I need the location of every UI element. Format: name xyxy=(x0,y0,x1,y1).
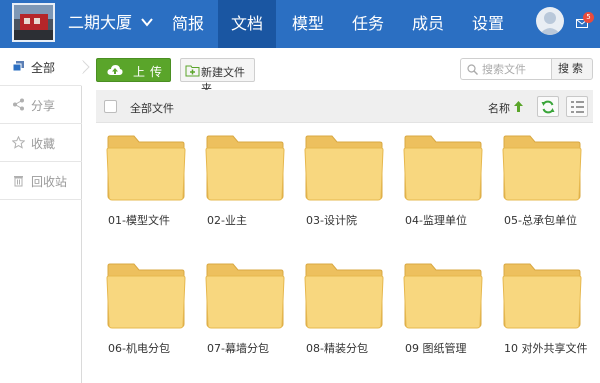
folder-name: 10 对外共享文件 xyxy=(504,342,588,355)
all-files-label: 全部文件 xyxy=(130,102,174,115)
folder-item[interactable]: 08-精装分包 xyxy=(300,262,388,362)
folder-icon xyxy=(502,135,582,201)
search-input[interactable] xyxy=(482,61,548,77)
sidebar-item-share[interactable]: 分享 xyxy=(0,86,82,124)
stack-icon xyxy=(12,61,24,72)
folder-icon xyxy=(205,263,285,329)
sidebar-item-label: 全部 xyxy=(31,61,56,75)
trash-icon xyxy=(14,176,23,187)
folder-name: 01-模型文件 xyxy=(108,214,170,227)
sidebar-item-label: 收藏 xyxy=(31,137,56,151)
upload-button[interactable]: 上传 xyxy=(96,58,171,82)
folder-name: 06-机电分包 xyxy=(108,342,170,355)
new-folder-button[interactable]: 新建文件夹 xyxy=(180,58,255,95)
folder-icon xyxy=(205,135,285,201)
arrow-up-icon[interactable] xyxy=(514,101,523,112)
active-indicator xyxy=(82,60,90,74)
folder-name: 03-设计院 xyxy=(306,214,357,227)
list-view-button[interactable] xyxy=(566,96,588,117)
select-all-checkbox[interactable] xyxy=(104,100,117,113)
user-avatar[interactable] xyxy=(536,7,564,35)
folder-icon xyxy=(502,263,582,329)
search-box xyxy=(460,58,551,80)
folder-name: 07-幕墙分包 xyxy=(207,342,269,355)
folder-name: 09 图纸管理 xyxy=(405,342,467,355)
project-name[interactable]: 二期大厦 xyxy=(68,12,132,34)
folder-item[interactable]: 07-幕墙分包 xyxy=(201,262,289,362)
search-icon xyxy=(467,64,478,75)
folder-name: 02-业主 xyxy=(207,214,247,227)
nav-tab-settings[interactable]: 设置 xyxy=(460,0,516,48)
star-icon xyxy=(12,136,25,149)
folder-icon xyxy=(304,263,384,329)
sidebar-item-all[interactable]: 全部 xyxy=(0,48,82,86)
file-list-header: 全部文件 名称 xyxy=(96,90,593,123)
folder-item[interactable]: 10 对外共享文件 xyxy=(498,262,588,362)
sidebar-item-favorites[interactable]: 收藏 xyxy=(0,124,82,162)
folder-icon xyxy=(304,135,384,201)
folder-icon xyxy=(106,135,186,201)
upload-button-label: 上传 xyxy=(133,65,168,79)
nav-tab-models[interactable]: 模型 xyxy=(280,0,336,48)
folder-grid: 01-模型文件 02-业主 03-设计院 04-监理单位 05-总承包单位 06… xyxy=(96,128,593,383)
sidebar: 全部 分享 收藏 回收站 xyxy=(0,48,82,383)
folder-item[interactable]: 02-业主 xyxy=(201,134,289,234)
folder-name: 05-总承包单位 xyxy=(504,214,577,227)
folder-item[interactable]: 01-模型文件 xyxy=(102,134,190,234)
add-folder-icon xyxy=(185,65,200,77)
folder-name: 08-精装分包 xyxy=(306,342,368,355)
folder-item[interactable]: 04-监理单位 xyxy=(399,134,487,234)
folder-name: 04-监理单位 xyxy=(405,214,467,227)
folder-icon xyxy=(106,263,186,329)
search-button[interactable]: 搜索 xyxy=(551,58,593,80)
folder-item[interactable]: 05-总承包单位 xyxy=(498,134,586,234)
refresh-button[interactable] xyxy=(537,96,559,117)
mail-badge: 5 xyxy=(583,12,594,23)
folder-item[interactable]: 06-机电分包 xyxy=(102,262,190,362)
sort-by-name[interactable]: 名称 xyxy=(488,100,510,116)
cloud-upload-icon xyxy=(107,65,123,75)
list-view-icon xyxy=(571,101,584,113)
folder-item[interactable]: 03-设计院 xyxy=(300,134,388,234)
folder-icon xyxy=(403,263,483,329)
nav-tab-members[interactable]: 成员 xyxy=(400,0,456,48)
nav-tab-briefing[interactable]: 简报 xyxy=(160,0,216,48)
refresh-icon xyxy=(541,100,555,114)
nav-tab-documents[interactable]: 文档 xyxy=(218,0,276,48)
sidebar-item-label: 回收站 xyxy=(31,175,68,189)
folder-icon xyxy=(403,135,483,201)
share-icon xyxy=(13,98,24,111)
user-icon xyxy=(539,12,561,35)
sidebar-item-label: 分享 xyxy=(31,99,56,113)
folder-item[interactable]: 09 图纸管理 xyxy=(399,262,487,362)
top-bar: 二期大厦 简报 文档 模型 任务 成员 设置 5 xyxy=(0,0,600,48)
chevron-down-icon[interactable] xyxy=(140,15,154,29)
sidebar-item-trash[interactable]: 回收站 xyxy=(0,162,82,200)
nav-tab-tasks[interactable]: 任务 xyxy=(340,0,396,48)
project-logo[interactable] xyxy=(12,3,55,42)
